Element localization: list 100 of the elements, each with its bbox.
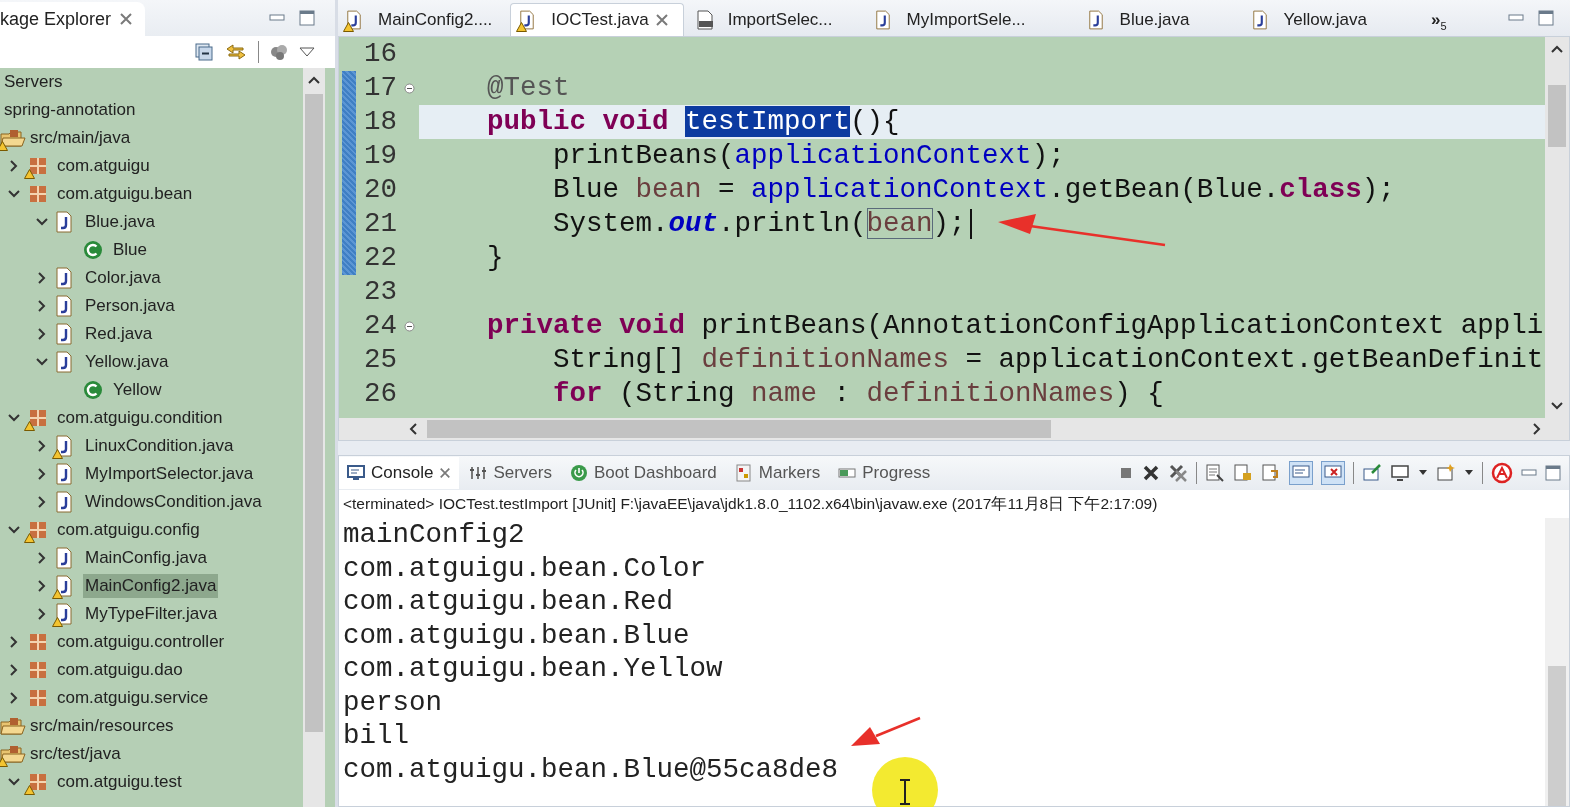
view-tab[interactable]: Markers: [726, 457, 829, 489]
view-tab[interactable]: Progress: [830, 457, 939, 489]
explorer-tab[interactable]: kage Explorer: [0, 2, 146, 36]
tree-item[interactable]: Blue: [111, 238, 150, 262]
chevron-right-icon[interactable]: [36, 551, 47, 565]
minimize-icon[interactable]: [1521, 469, 1537, 477]
editor-tab[interactable]: ImportSelec...: [687, 4, 863, 36]
editor-tab[interactable]: IOCTest.java: [510, 3, 684, 36]
tree-item[interactable]: Blue.java: [83, 210, 157, 234]
more-tabs-button[interactable]: »$_{5}$: [1431, 4, 1447, 36]
chevron-right-icon[interactable]: [36, 327, 47, 341]
pin-icon[interactable]: [1362, 463, 1382, 483]
chevron-right-icon[interactable]: [36, 439, 47, 453]
show-error-icon[interactable]: [1321, 461, 1345, 485]
chevron-right-icon[interactable]: [36, 467, 47, 481]
remove-all-icon[interactable]: [1168, 463, 1188, 483]
chevron-right-icon[interactable]: [36, 607, 47, 621]
maximize-icon[interactable]: [1538, 10, 1554, 26]
chevron-right-icon[interactable]: [8, 663, 19, 677]
filter-icon[interactable]: [269, 42, 289, 62]
scroll-thumb[interactable]: [427, 420, 1051, 438]
chevron-right-icon[interactable]: [36, 271, 47, 285]
tree-item[interactable]: src/main/java: [28, 126, 133, 150]
maximize-icon[interactable]: [299, 10, 315, 26]
show-output-icon[interactable]: [1289, 461, 1313, 485]
tree-item[interactable]: MyImportSelector.java: [83, 462, 256, 486]
scrollbar[interactable]: [303, 68, 325, 807]
chevron-right-icon[interactable]: [36, 579, 47, 593]
scrollbar[interactable]: [1545, 37, 1569, 418]
view-tab[interactable]: Servers: [461, 457, 560, 489]
tree-item[interactable]: com.atguigu.controller: [55, 630, 227, 654]
tree-item[interactable]: MainConfig.java: [83, 546, 209, 570]
scrollbar[interactable]: [1545, 518, 1569, 806]
chevron-down-icon[interactable]: [6, 777, 21, 787]
scroll-right-icon[interactable]: [1533, 423, 1541, 435]
editor-tab[interactable]: MyImportSele...: [866, 4, 1076, 36]
tree-item[interactable]: src/main/resources: [28, 714, 176, 738]
editor-tab[interactable]: Yellow.java: [1243, 4, 1427, 36]
view-tab[interactable]: Console: [339, 457, 460, 489]
scroll-thumb[interactable]: [1548, 85, 1566, 147]
chevron-down-icon[interactable]: [6, 525, 21, 535]
tree-item[interactable]: Yellow: [111, 378, 164, 402]
close-icon[interactable]: [119, 12, 134, 26]
view-tab[interactable]: Boot Dashboard: [561, 457, 725, 489]
scroll-lock-icon[interactable]: [1233, 463, 1253, 483]
tree-item[interactable]: WindowsCondition.java: [83, 490, 264, 514]
fold-icon[interactable]: [404, 320, 415, 332]
scroll-down-icon[interactable]: [1551, 402, 1563, 410]
open-console-icon[interactable]: [1436, 463, 1456, 483]
chevron-down-icon[interactable]: [6, 189, 21, 199]
chevron-right-icon[interactable]: [36, 495, 47, 509]
tree-item[interactable]: com.atguigu.dao: [55, 658, 185, 682]
tree-item[interactable]: com.atguigu: [55, 154, 152, 178]
dropdown-caret-icon[interactable]: [1418, 469, 1428, 477]
tree-item[interactable]: Person.java: [83, 294, 177, 318]
chevron-right-icon[interactable]: [8, 635, 19, 649]
tree-item[interactable]: Yellow.java: [83, 350, 171, 374]
tree-item[interactable]: MainConfig2.java: [83, 574, 219, 598]
tree-item[interactable]: com.atguigu.bean: [55, 182, 195, 206]
stop-icon[interactable]: [1118, 465, 1134, 481]
tree-item[interactable]: src/test/java: [28, 742, 123, 766]
maximize-icon[interactable]: [1545, 465, 1561, 481]
tree-item[interactable]: com.atguigu.service: [55, 686, 211, 710]
close-icon[interactable]: [439, 467, 452, 479]
chevron-down-icon[interactable]: [34, 357, 49, 367]
tree-item[interactable]: LinuxCondition.java: [83, 434, 236, 458]
collapse-all-icon[interactable]: [194, 42, 214, 62]
dropdown-caret-icon[interactable]: [1464, 469, 1474, 477]
remove-icon[interactable]: [1142, 464, 1160, 482]
editor-tab[interactable]: Blue.java: [1079, 4, 1240, 36]
scroll-up-icon[interactable]: [308, 76, 320, 84]
display-console-icon[interactable]: [1390, 463, 1410, 483]
scroll-thumb[interactable]: [1548, 666, 1566, 806]
tree-item[interactable]: com.atguigu.condition: [55, 406, 225, 430]
chevron-right-icon[interactable]: [8, 691, 19, 705]
tree-item[interactable]: spring-annotation: [2, 98, 138, 122]
scroll-thumb[interactable]: [305, 94, 323, 732]
chevron-right-icon[interactable]: [36, 299, 47, 313]
tree-item[interactable]: Servers: [2, 70, 65, 94]
spring-icon[interactable]: [1491, 462, 1513, 484]
view-menu-icon[interactable]: [299, 47, 315, 57]
chevron-right-icon[interactable]: [8, 159, 19, 173]
fold-icon[interactable]: [404, 82, 415, 94]
chevron-down-icon[interactable]: [6, 413, 21, 423]
scroll-left-icon[interactable]: [409, 423, 417, 435]
minimize-icon[interactable]: [269, 14, 285, 22]
tree-item[interactable]: Color.java: [83, 266, 163, 290]
clear-console-icon[interactable]: [1205, 463, 1225, 483]
editor-tab[interactable]: MainConfig2....: [338, 4, 507, 36]
tree-item[interactable]: Red.java: [83, 322, 155, 346]
close-icon[interactable]: [654, 13, 669, 27]
tree-item[interactable]: com.atguigu.config: [55, 518, 202, 542]
minimize-icon[interactable]: [1508, 14, 1524, 22]
link-icon[interactable]: [224, 42, 248, 62]
tree-item[interactable]: MyTypeFilter.java: [83, 602, 220, 626]
horizontal-scrollbar[interactable]: [339, 418, 1569, 440]
word-wrap-icon[interactable]: [1261, 463, 1281, 483]
chevron-down-icon[interactable]: [34, 217, 49, 227]
scroll-up-icon[interactable]: [1551, 45, 1563, 53]
tree-item[interactable]: com.atguigu.test: [55, 770, 184, 794]
